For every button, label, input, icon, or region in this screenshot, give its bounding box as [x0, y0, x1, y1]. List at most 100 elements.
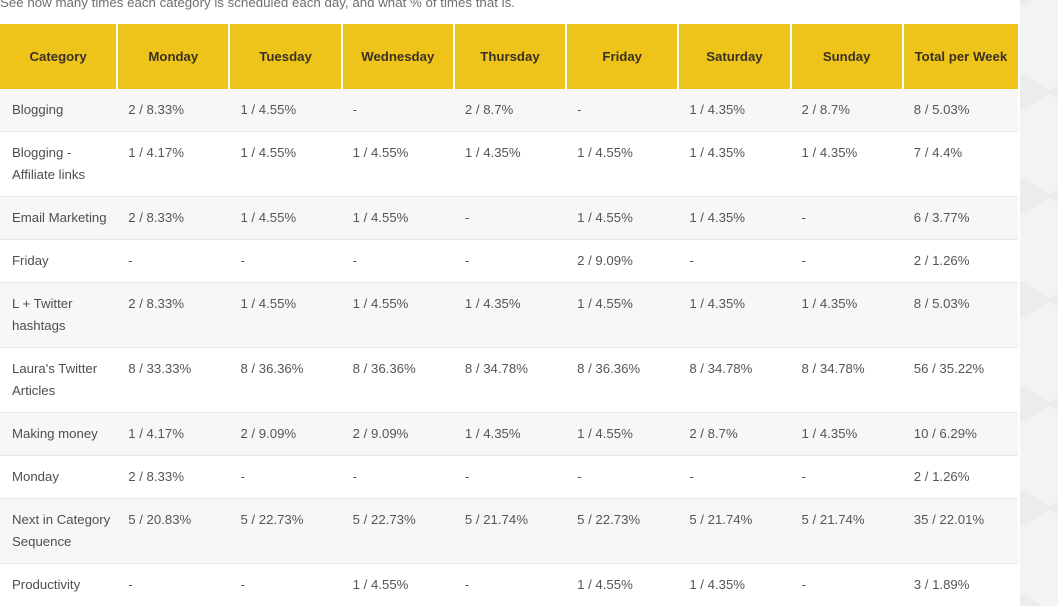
- row-value-cell: 1 / 4.55%: [229, 196, 342, 240]
- row-value-cell: 8 / 36.36%: [566, 347, 679, 413]
- table-row: Next in Category Sequence 5 / 20.83% 5 / 2…: [0, 498, 1018, 564]
- row-value-cell: 8 / 36.36%: [341, 347, 454, 413]
- row-value-cell: 2 / 8.33%: [117, 455, 230, 499]
- row-value-cell: -: [790, 239, 903, 283]
- row-category-cell: L + Twitter hashtags: [0, 282, 118, 348]
- row-value-cell: 1 / 4.35%: [678, 196, 791, 240]
- row-value-cell: 2 / 9.09%: [341, 412, 454, 456]
- row-total-cell: 10 / 6.29%: [902, 412, 1018, 456]
- row-value-cell: -: [117, 239, 230, 283]
- column-header-wednesday[interactable]: Wednesday: [341, 24, 455, 89]
- row-total-cell: 35 / 22.01%: [902, 498, 1018, 564]
- row-value-cell: -: [566, 89, 679, 132]
- intro-description: See how many times each category is sche…: [0, 0, 515, 10]
- column-header-total-per-week[interactable]: Total per Week: [902, 24, 1018, 89]
- row-value-cell: 1 / 4.55%: [341, 282, 454, 348]
- row-value-cell: 1 / 4.55%: [229, 131, 342, 197]
- row-total-cell: 2 / 1.26%: [902, 455, 1018, 499]
- table-header: Category Monday Tuesday Wednesday Thursd…: [0, 24, 1018, 89]
- column-header-saturday[interactable]: Saturday: [678, 24, 792, 89]
- column-header-category[interactable]: Category: [0, 24, 119, 89]
- row-value-cell: 2 / 8.33%: [117, 196, 230, 240]
- row-value-cell: 1 / 4.55%: [566, 282, 679, 348]
- table-row: L + Twitter hashtags 2 / 8.33% 1 / 4.55% 1 …: [0, 282, 1018, 348]
- row-value-cell: -: [790, 563, 903, 606]
- row-value-cell: 1 / 4.35%: [678, 282, 791, 348]
- row-value-cell: -: [229, 455, 342, 499]
- row-total-cell: 2 / 1.26%: [902, 239, 1018, 283]
- row-value-cell: 2 / 9.09%: [566, 239, 679, 283]
- row-value-cell: 5 / 22.73%: [229, 498, 342, 564]
- row-value-cell: 1 / 4.55%: [566, 563, 679, 606]
- row-value-cell: 2 / 9.09%: [229, 412, 342, 456]
- table-row: Monday 2 / 8.33% - - - - - -2 / 1.26%: [0, 455, 1018, 499]
- row-value-cell: 8 / 36.36%: [229, 347, 342, 413]
- table-row: Friday - - - -2 / 9.09% - -2 / 1.26%: [0, 239, 1018, 283]
- row-category-cell: Making money: [0, 412, 118, 456]
- column-header-monday[interactable]: Monday: [117, 24, 231, 89]
- row-total-cell: 8 / 5.03%: [902, 282, 1018, 348]
- row-value-cell: 1 / 4.35%: [678, 131, 791, 197]
- row-value-cell: 1 / 4.35%: [453, 131, 567, 197]
- row-value-cell: 5 / 21.74%: [453, 498, 567, 564]
- row-value-cell: -: [453, 239, 567, 283]
- row-value-cell: 8 / 34.78%: [790, 347, 903, 413]
- column-header-friday[interactable]: Friday: [566, 24, 680, 89]
- table-row: Blogging - Affiliate links 1 / 4.17% 1 / 4…: [0, 131, 1018, 197]
- row-value-cell: -: [341, 239, 454, 283]
- row-value-cell: 1 / 4.55%: [566, 412, 679, 456]
- row-value-cell: -: [453, 196, 567, 240]
- row-value-cell: 1 / 4.35%: [678, 89, 791, 132]
- row-value-cell: 5 / 22.73%: [566, 498, 679, 564]
- table-row: Laura's Twitter Articles 8 / 33.33% 8 / 36…: [0, 347, 1018, 413]
- main-content: See how many times each category is sche…: [0, 0, 1020, 606]
- row-value-cell: -: [678, 239, 791, 283]
- row-value-cell: 1 / 4.55%: [566, 131, 679, 197]
- decorative-side-panel: [1020, 0, 1058, 606]
- row-value-cell: 8 / 34.78%: [678, 347, 791, 413]
- schedule-table-container: Category Monday Tuesday Wednesday Thursd…: [0, 24, 1018, 606]
- row-value-cell: -: [790, 196, 903, 240]
- category-schedule-table: Category Monday Tuesday Wednesday Thursd…: [0, 24, 1018, 606]
- row-category-cell: Blogging: [0, 89, 118, 132]
- column-header-tuesday[interactable]: Tuesday: [229, 24, 343, 89]
- row-category-cell: Monday: [0, 455, 118, 499]
- row-category-cell: Blogging - Affiliate links: [0, 131, 118, 197]
- row-category-cell: Next in Category Sequence: [0, 498, 118, 564]
- table-row: Making money 1 / 4.17% 2 / 9.09% 2 / 9.09% 1…: [0, 412, 1018, 456]
- row-value-cell: -: [678, 455, 791, 499]
- row-value-cell: 5 / 21.74%: [790, 498, 903, 564]
- row-value-cell: -: [453, 563, 567, 606]
- column-header-sunday[interactable]: Sunday: [790, 24, 904, 89]
- row-total-cell: 8 / 5.03%: [902, 89, 1018, 132]
- row-value-cell: -: [229, 239, 342, 283]
- row-value-cell: 2 / 8.7%: [453, 89, 567, 132]
- row-value-cell: 1 / 4.55%: [341, 563, 454, 606]
- row-value-cell: 1 / 4.55%: [229, 89, 342, 132]
- row-value-cell: 1 / 4.35%: [453, 412, 567, 456]
- row-value-cell: 1 / 4.55%: [229, 282, 342, 348]
- row-value-cell: 1 / 4.35%: [453, 282, 567, 348]
- table-row: Email Marketing 2 / 8.33% 1 / 4.55% 1 / 4.5…: [0, 196, 1018, 240]
- column-header-thursday[interactable]: Thursday: [453, 24, 568, 89]
- row-value-cell: 1 / 4.55%: [341, 196, 454, 240]
- row-value-cell: 2 / 8.7%: [678, 412, 791, 456]
- row-value-cell: -: [117, 563, 230, 606]
- row-value-cell: 8 / 34.78%: [453, 347, 567, 413]
- row-total-cell: 6 / 3.77%: [902, 196, 1018, 240]
- row-value-cell: 5 / 20.83%: [117, 498, 230, 564]
- row-value-cell: -: [453, 455, 567, 499]
- row-value-cell: 1 / 4.35%: [790, 131, 903, 197]
- row-value-cell: 2 / 8.7%: [790, 89, 903, 132]
- header-row: Category Monday Tuesday Wednesday Thursd…: [0, 24, 1018, 89]
- row-value-cell: 2 / 8.33%: [117, 89, 230, 132]
- row-total-cell: 3 / 1.89%: [902, 563, 1018, 606]
- row-value-cell: 1 / 4.55%: [341, 131, 454, 197]
- row-value-cell: -: [341, 89, 454, 132]
- row-category-cell: Productivity: [0, 563, 118, 606]
- row-category-cell: Laura's Twitter Articles: [0, 347, 118, 413]
- table-row: Productivity - -1 / 4.55% -1 / 4.55% 1 / 4.3…: [0, 563, 1018, 606]
- row-value-cell: -: [229, 563, 342, 606]
- row-value-cell: 5 / 22.73%: [341, 498, 454, 564]
- row-value-cell: 1 / 4.17%: [117, 412, 230, 456]
